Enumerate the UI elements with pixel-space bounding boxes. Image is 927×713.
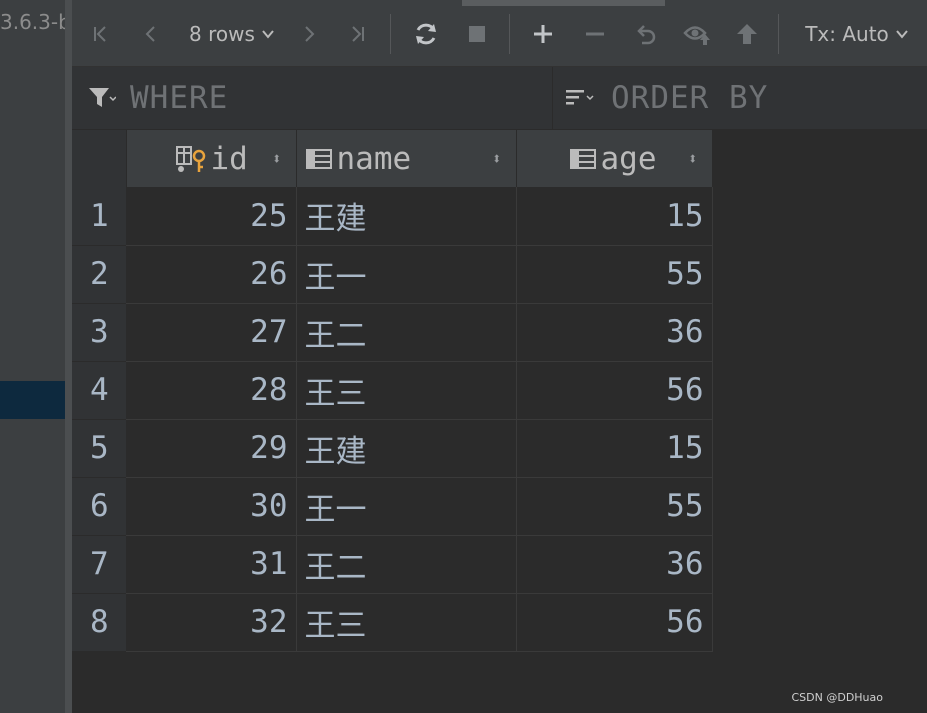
cell-age[interactable]: 36 (516, 303, 713, 362)
cell-name[interactable]: 王二 (296, 303, 517, 362)
column-label-id: id (210, 140, 248, 177)
column-header-age[interactable]: age ⬍ (516, 130, 713, 187)
table-row[interactable]: 3 27 王二 36 (72, 303, 713, 362)
rows-count-label: 8 rows (189, 22, 255, 46)
cell-id[interactable]: 26 (126, 245, 297, 304)
cell-age[interactable]: 56 (516, 593, 713, 652)
submit-icon[interactable] (732, 14, 762, 54)
cell-name[interactable]: 王建 (296, 419, 517, 478)
sort-toggle-icon[interactable]: ⬍ (492, 149, 502, 168)
column-label-age: age (600, 140, 657, 177)
table-row[interactable]: 8 32 王三 56 (72, 593, 713, 652)
cell-id[interactable]: 31 (126, 535, 297, 594)
table-row[interactable]: 5 29 王建 15 (72, 419, 713, 478)
cell-name[interactable]: 王建 (296, 187, 517, 246)
cell-name[interactable]: 王一 (296, 477, 517, 536)
toolbar-separator (778, 14, 779, 54)
result-toolbar: 8 rows Tx: Auto (72, 0, 927, 67)
project-sidebar: 3.6.3-b (0, 0, 72, 713)
cell-id[interactable]: 28 (126, 361, 297, 420)
sort-toggle-icon[interactable]: ⬍ (688, 149, 698, 168)
where-label: WHERE (130, 80, 229, 116)
row-number[interactable]: 8 (72, 593, 126, 652)
cell-age[interactable]: 55 (516, 245, 713, 304)
column-label-name: name (336, 140, 412, 177)
cell-age[interactable]: 15 (516, 419, 713, 478)
cell-id[interactable]: 32 (126, 593, 297, 652)
row-number[interactable]: 5 (72, 419, 126, 478)
cell-age[interactable]: 56 (516, 361, 713, 420)
cell-id[interactable]: 30 (126, 477, 297, 536)
primary-key-column-icon (175, 145, 205, 172)
toolbar-separator (509, 14, 510, 54)
row-number[interactable]: 6 (72, 477, 126, 536)
column-icon (569, 148, 596, 169)
column-icon (305, 148, 332, 169)
header-row: id ⬍ name ⬍ age ⬍ (72, 130, 713, 187)
chevron-down-icon (262, 30, 274, 39)
previous-page-icon[interactable] (136, 14, 166, 54)
table-row[interactable]: 7 31 王二 36 (72, 535, 713, 594)
cell-id[interactable]: 29 (126, 419, 297, 478)
cell-name[interactable]: 王三 (296, 361, 517, 420)
last-page-icon[interactable] (342, 14, 372, 54)
toolbar-separator (390, 14, 391, 54)
stop-icon[interactable] (462, 14, 492, 54)
cell-id[interactable]: 25 (126, 187, 297, 246)
next-page-icon[interactable] (294, 14, 324, 54)
chevron-down-icon (896, 30, 908, 39)
revert-icon[interactable] (630, 14, 662, 54)
sidebar-crumb: 3.6.3-b (0, 10, 71, 34)
delete-row-icon[interactable] (580, 14, 610, 54)
row-number[interactable]: 2 (72, 245, 126, 304)
rows-count-dropdown[interactable]: 8 rows (182, 14, 282, 54)
cell-name[interactable]: 王三 (296, 593, 517, 652)
add-row-icon[interactable] (528, 14, 558, 54)
corner-cell[interactable] (72, 130, 127, 187)
watermark: CSDN @DDHuao (791, 691, 883, 704)
where-filter-field[interactable]: WHERE (72, 67, 553, 129)
column-header-id[interactable]: id ⬍ (126, 130, 297, 187)
row-number[interactable]: 1 (72, 187, 126, 246)
table-row[interactable]: 4 28 王三 56 (72, 361, 713, 420)
cell-id[interactable]: 27 (126, 303, 297, 362)
filter-icon (89, 88, 116, 107)
column-header-name[interactable]: name ⬍ (296, 130, 517, 187)
first-page-icon[interactable] (86, 14, 116, 54)
result-table: id ⬍ name ⬍ age ⬍ 1 25 王建 15 2 26 王一 55 … (72, 130, 713, 652)
row-number[interactable]: 3 (72, 303, 126, 362)
cell-name[interactable]: 王二 (296, 535, 517, 594)
order-by-label: ORDER BY (611, 80, 769, 116)
row-number[interactable]: 7 (72, 535, 126, 594)
cell-age[interactable]: 55 (516, 477, 713, 536)
cell-age[interactable]: 15 (516, 187, 713, 246)
transaction-mode-dropdown[interactable]: Tx: Auto (802, 14, 912, 54)
transaction-mode-label: Tx: Auto (805, 22, 889, 46)
order-by-field[interactable]: ORDER BY (553, 67, 927, 129)
sort-icon (566, 90, 594, 105)
cell-name[interactable]: 王一 (296, 245, 517, 304)
sidebar-divider[interactable] (65, 0, 72, 713)
cell-age[interactable]: 36 (516, 535, 713, 594)
refresh-icon[interactable] (410, 14, 442, 54)
row-number[interactable]: 4 (72, 361, 126, 420)
table-row[interactable]: 6 30 王一 55 (72, 477, 713, 536)
table-row[interactable]: 1 25 王建 15 (72, 187, 713, 246)
toolbar-scroll-indicator (462, 0, 665, 6)
view-changes-icon[interactable] (680, 14, 714, 54)
filter-bar: WHERE ORDER BY (72, 67, 927, 130)
sort-toggle-icon[interactable]: ⬍ (272, 149, 282, 168)
sidebar-selected-row[interactable] (0, 381, 72, 419)
table-row[interactable]: 2 26 王一 55 (72, 245, 713, 304)
